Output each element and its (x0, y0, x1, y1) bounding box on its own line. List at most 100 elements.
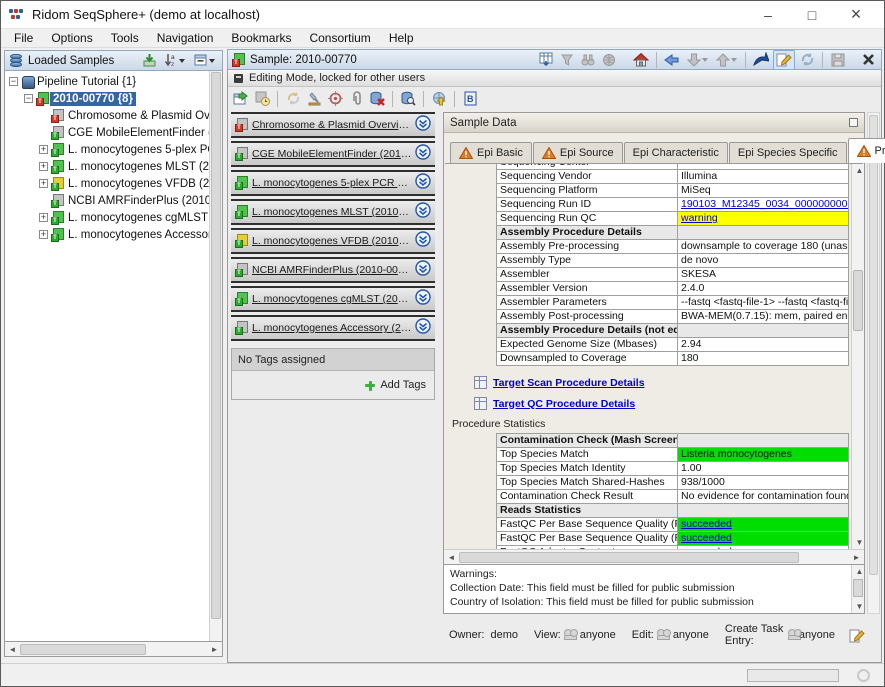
menu-help[interactable]: Help (380, 29, 423, 47)
field-value-cell[interactable]: succeeded (678, 532, 849, 546)
sort-dropdown-caret[interactable] (179, 59, 185, 63)
minimize-button[interactable]: – (746, 3, 790, 27)
show-in-table-icon[interactable] (537, 51, 555, 69)
procedure-detail-link[interactable]: Target Scan Procedure Details (493, 377, 645, 389)
menu-navigation[interactable]: Navigation (148, 29, 223, 47)
tree-node-label[interactable]: L. monocytogenes MLST (2010-0077 (65, 160, 209, 174)
expand-expander-icon[interactable]: + (39, 213, 48, 222)
task-button-label[interactable]: L. monocytogenes cgMLST (2010-00... (252, 293, 412, 305)
value-link[interactable]: succeeded (681, 546, 732, 549)
menu-tools[interactable]: Tools (102, 29, 148, 47)
sort-icon[interactable]: az (161, 52, 187, 70)
expand-expander-icon[interactable]: + (39, 179, 48, 188)
task-button[interactable]: TChromosome & Plasmid Overview (2... (231, 112, 435, 138)
search-sample-icon[interactable] (399, 90, 417, 108)
globe-icon[interactable] (600, 51, 618, 69)
add-tags-button[interactable]: Add Tags (364, 379, 426, 391)
tab-epi-basic[interactable]: Epi Basic (450, 142, 532, 163)
task-button[interactable]: TL. monocytogenes 5-plex PCR Sero... (231, 170, 435, 196)
value-link[interactable]: warning (681, 212, 718, 224)
task-button-label[interactable]: L. monocytogenes VFDB (2010-00770) (252, 235, 412, 247)
scroll-right-arrow[interactable]: ► (207, 643, 222, 656)
tree-vscroll-thumb[interactable] (211, 72, 221, 619)
value-link[interactable]: succeeded (681, 532, 732, 544)
menu-file[interactable]: File (5, 29, 42, 47)
task-button[interactable]: TL. monocytogenes VFDB (2010-00770) (231, 228, 435, 254)
tree-node[interactable]: −T2010-00770 {8} (5, 90, 209, 107)
expand-expander-icon[interactable]: + (39, 162, 48, 171)
save-icon[interactable] (829, 51, 847, 69)
import-samples-icon[interactable] (140, 52, 158, 70)
task-expand-chevron-icon[interactable] (415, 202, 431, 223)
tree-node[interactable]: TCGE MobileElementFinder (2010-007 (5, 124, 209, 141)
scroll-left-arrow[interactable]: ◄ (444, 551, 459, 564)
scroll-up-arrow[interactable]: ▲ (852, 565, 867, 578)
tab-procedure[interactable]: Procedure (848, 138, 885, 163)
field-value-cell[interactable]: succeeded (678, 546, 849, 549)
target-scan-icon[interactable] (326, 90, 344, 108)
move-down-caret[interactable] (702, 58, 708, 62)
tab-epi-species-specific[interactable]: Epi Species Specific (729, 142, 847, 163)
tree-node-label[interactable]: L. monocytogenes 5-plex PCR Serogr (65, 143, 209, 157)
tree-node[interactable]: TNCBI AMRFinderPlus (2010-00770) (5, 192, 209, 209)
reprocess-icon[interactable] (284, 90, 302, 108)
tree-node[interactable]: +TL. monocytogenes cgMLST (2010-00 (5, 209, 209, 226)
delete-sample-icon[interactable] (368, 90, 386, 108)
edit-permissions-icon[interactable] (849, 626, 865, 644)
maximize-button[interactable]: □ (790, 3, 834, 27)
task-button-label[interactable]: Chromosome & Plasmid Overview (2... (252, 119, 412, 131)
tree-node-label[interactable]: 2010-00770 {8} (50, 92, 136, 106)
procedure-detail-link[interactable]: Target QC Procedure Details (493, 398, 635, 410)
tree-hscroll-thumb[interactable] (20, 644, 146, 655)
task-button[interactable]: TL. monocytogenes Accessory (2010... (231, 315, 435, 341)
field-value-cell[interactable]: warning (678, 212, 849, 226)
task-expand-chevron-icon[interactable] (415, 144, 431, 165)
table-hscroll-thumb[interactable] (459, 552, 799, 563)
task-button[interactable]: TNCBI AMRFinderPlus (2010-00770) (231, 257, 435, 283)
tab-label[interactable]: Epi Characteristic (633, 147, 719, 159)
save-later-icon[interactable] (253, 90, 271, 108)
scroll-left-arrow[interactable]: ◄ (5, 643, 20, 656)
task-button-label[interactable]: L. monocytogenes 5-plex PCR Sero... (252, 177, 412, 189)
menu-bookmarks[interactable]: Bookmarks (222, 29, 300, 47)
tab-epi-source[interactable]: Epi Source (533, 142, 623, 163)
attachment-icon[interactable] (347, 90, 365, 108)
value-link[interactable]: 190103_M12345_0034_000000000-A5Y71 (681, 198, 849, 210)
filter-icon[interactable] (558, 51, 576, 69)
table-vscroll-thumb[interactable] (853, 270, 863, 331)
task-button-label[interactable]: CGE MobileElementFinder (2010-00... (252, 148, 412, 160)
tree-node[interactable]: +TL. monocytogenes MLST (2010-0077 (5, 158, 209, 175)
microscope-icon[interactable] (305, 90, 323, 108)
blast-icon[interactable]: B (461, 90, 479, 108)
task-expand-chevron-icon[interactable] (415, 231, 431, 252)
task-button-label[interactable]: NCBI AMRFinderPlus (2010-00770) (252, 264, 412, 276)
scroll-down-arrow[interactable]: ▼ (852, 600, 867, 613)
task-expand-chevron-icon[interactable] (415, 289, 431, 310)
table-vertical-scrollbar[interactable]: ▲ ▼ (851, 164, 864, 549)
send-to-worksheet-icon[interactable] (232, 90, 250, 108)
menu-options[interactable]: Options (42, 29, 101, 47)
close-button[interactable]: × (834, 3, 878, 27)
tree-node[interactable]: −Pipeline Tutorial {1} (5, 73, 209, 90)
tab-epi-characteristic[interactable]: Epi Characteristic (624, 142, 728, 163)
tree-node-label[interactable]: L. monocytogenes VFDB (2010-00770 (65, 177, 209, 191)
tree-horizontal-scrollbar[interactable]: ◄ ► (4, 642, 223, 657)
task-expand-chevron-icon[interactable] (415, 173, 431, 194)
task-button[interactable]: TL. monocytogenes cgMLST (2010-00... (231, 286, 435, 312)
tab-label[interactable]: Epi Basic (477, 147, 523, 159)
scroll-down-arrow[interactable]: ▼ (852, 536, 867, 549)
task-expand-chevron-icon[interactable] (415, 318, 431, 339)
panel-vertical-scrollbar[interactable] (867, 112, 880, 614)
tree-node-label[interactable]: L. monocytogenes Accessory (2010-0 (65, 228, 209, 242)
tree-node-label[interactable]: Chromosome & Plasmid Overview (2 (65, 109, 209, 123)
task-button[interactable]: TCGE MobileElementFinder (2010-00... (231, 141, 435, 167)
tree-node[interactable]: +TL. monocytogenes VFDB (2010-00770 (5, 175, 209, 192)
collapse-expander-icon[interactable]: − (24, 94, 33, 103)
collapse-dropdown-caret[interactable] (209, 59, 215, 63)
task-button-label[interactable]: L. monocytogenes Accessory (2010... (252, 322, 412, 334)
tab-label[interactable]: Epi Source (560, 147, 614, 159)
field-value-cell[interactable]: succeeded (678, 518, 849, 532)
task-button-label[interactable]: L. monocytogenes MLST (2010-00770) (252, 206, 412, 218)
tree-node-label[interactable]: Pipeline Tutorial {1} (34, 75, 139, 89)
move-down-icon[interactable] (684, 51, 710, 69)
